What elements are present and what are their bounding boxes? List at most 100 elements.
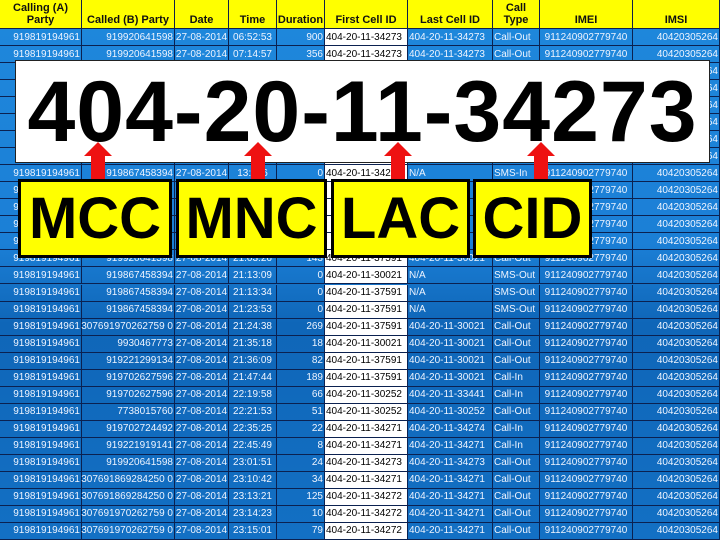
cell-call-type[interactable]: Call-In	[493, 420, 540, 437]
cell-date[interactable]: 27-08-2014	[175, 505, 229, 522]
cell-duration[interactable]: 79	[277, 522, 325, 539]
cell-called-party[interactable]: 7738015760	[82, 403, 175, 420]
cell-date[interactable]: 27-08-2014	[175, 318, 229, 335]
column-header-called-party[interactable]: Called (B) Party	[82, 0, 175, 29]
cell-duration[interactable]: 8	[277, 437, 325, 454]
cell-duration[interactable]: 51	[277, 403, 325, 420]
cell-calling-party[interactable]: 919819194961	[0, 29, 82, 46]
cell-last-cell-id[interactable]: 404-20-11-30021	[408, 318, 493, 335]
cell-imsi[interactable]: 40420305264	[633, 352, 720, 369]
cell-calling-party[interactable]: 919819194961	[0, 284, 82, 301]
cell-time[interactable]: 21:23:53	[229, 301, 277, 318]
cell-imsi[interactable]: 40420305264	[633, 403, 720, 420]
cell-time[interactable]: 23:10:42	[229, 471, 277, 488]
cell-date[interactable]: 27-08-2014	[175, 369, 229, 386]
cell-time[interactable]: 23:01:51	[229, 454, 277, 471]
cell-first-cell-id[interactable]: 404-20-11-37591	[325, 301, 408, 318]
cell-call-type[interactable]: Call-In	[493, 386, 540, 403]
cell-time[interactable]: 22:19:58	[229, 386, 277, 403]
cell-duration[interactable]: 82	[277, 352, 325, 369]
cell-called-party[interactable]: 307691970262759 0	[81, 505, 175, 522]
cell-imsi[interactable]: 40420305264	[633, 284, 720, 301]
cell-call-type[interactable]: Call-Out	[493, 454, 540, 471]
table-row[interactable]: 919819194961 919702627596 27-08-2014 22:19:…	[0, 386, 720, 404]
cell-calling-party[interactable]: 919819194961	[0, 386, 82, 403]
cell-time[interactable]: 22:21:53	[229, 403, 277, 420]
cell-last-cell-id[interactable]: 404-20-11-30021	[408, 335, 493, 352]
table-row[interactable]: 919819194961 307691970262759 0 27-08-2014 2…	[0, 505, 720, 523]
table-row[interactable]: 919819194961 919920641598 27-08-2014 23:01:…	[0, 454, 720, 472]
cell-call-type[interactable]: Call-In	[493, 437, 540, 454]
cell-calling-party[interactable]: 919819194961	[0, 301, 82, 318]
table-row[interactable]: 919819194961 919221299134 27-08-2014 21:36:…	[0, 352, 720, 370]
cell-first-cell-id[interactable]: 404-20-11-37591	[325, 318, 408, 335]
cell-imei[interactable]: 911240902779740	[540, 369, 633, 386]
cell-called-party[interactable]: 919221299134	[82, 352, 175, 369]
cell-called-party[interactable]: 919702627596	[82, 369, 175, 386]
cell-calling-party[interactable]: 919819194961	[0, 335, 82, 352]
cell-imsi[interactable]: 40420305264	[633, 301, 720, 318]
cell-date[interactable]: 27-08-2014	[175, 29, 229, 46]
cell-duration[interactable]: 125	[277, 488, 325, 505]
cell-call-type[interactable]: Call-In	[493, 369, 540, 386]
cell-last-cell-id[interactable]: N/A	[408, 301, 493, 318]
cell-imsi[interactable]: 40420305264	[633, 335, 720, 352]
cell-time[interactable]: 23:14:23	[229, 505, 277, 522]
cell-calling-party[interactable]: 919819194961	[0, 471, 82, 488]
cell-imei[interactable]: 911240902779740	[540, 454, 633, 471]
cell-call-type[interactable]: Call-Out	[493, 403, 540, 420]
cell-last-cell-id[interactable]: N/A	[408, 284, 493, 301]
column-header-time[interactable]: Time	[229, 0, 277, 29]
cell-imsi[interactable]: 40420305264	[633, 505, 720, 522]
cell-imei[interactable]: 911240902779740	[540, 437, 633, 454]
cell-date[interactable]: 27-08-2014	[175, 284, 229, 301]
cell-duration[interactable]: 10	[277, 505, 325, 522]
column-header-date[interactable]: Date	[175, 0, 229, 29]
cell-called-party[interactable]: 919221919141	[82, 437, 175, 454]
cell-call-type[interactable]: Call-Out	[493, 522, 540, 539]
cell-called-party[interactable]: 919920641598	[82, 29, 175, 46]
cell-imei[interactable]: 911240902779740	[540, 335, 633, 352]
table-row[interactable]: 919819194961 919702627596 27-08-2014 21:47:…	[0, 369, 720, 387]
cell-imsi[interactable]: 40420305264	[633, 522, 720, 539]
cell-calling-party[interactable]: 919819194961	[0, 267, 82, 284]
cell-last-cell-id[interactable]: 404-20-11-34271	[408, 488, 493, 505]
cell-first-cell-id[interactable]: 404-20-11-37591	[325, 369, 408, 386]
cell-called-party[interactable]: 307691970262759 0	[81, 522, 175, 539]
cell-calling-party[interactable]: 919819194961	[0, 403, 82, 420]
column-header-duration[interactable]: Duration	[277, 0, 325, 29]
table-row[interactable]: 919819194961 919221919141 27-08-2014 22:45:…	[0, 437, 720, 455]
cell-date[interactable]: 27-08-2014	[175, 335, 229, 352]
cell-call-type[interactable]: Call-Out	[493, 505, 540, 522]
cell-first-cell-id[interactable]: 404-20-11-37591	[325, 352, 408, 369]
cell-duration[interactable]: 189	[277, 369, 325, 386]
cell-imsi[interactable]: 40420305264	[633, 318, 720, 335]
cell-imei[interactable]: 911240902779740	[540, 267, 633, 284]
table-row[interactable]: 919819194961 9930467773 27-08-2014 21:35:18…	[0, 335, 720, 353]
cell-imei[interactable]: 911240902779740	[540, 352, 633, 369]
cell-last-cell-id[interactable]: 404-20-11-34271	[408, 505, 493, 522]
cell-time[interactable]: 23:13:21	[229, 488, 277, 505]
cell-date[interactable]: 27-08-2014	[175, 420, 229, 437]
cell-duration[interactable]: 0	[277, 284, 325, 301]
cell-calling-party[interactable]: 919819194961	[0, 488, 82, 505]
column-header-last-cell-id[interactable]: Last Cell ID	[408, 0, 493, 29]
table-row[interactable]: 919819194961 307691869284250 0 27-08-2014 2…	[0, 488, 720, 506]
cell-call-type[interactable]: Call-Out	[493, 335, 540, 352]
cell-time[interactable]: 21:35:18	[229, 335, 277, 352]
cell-imei[interactable]: 911240902779740	[540, 386, 633, 403]
column-header-calling-party[interactable]: Calling (A) Party	[0, 0, 82, 29]
cell-duration[interactable]: 269	[277, 318, 325, 335]
cell-date[interactable]: 27-08-2014	[175, 437, 229, 454]
table-row[interactable]: 919819194961 919867458394 27-08-2014 21:13:…	[0, 267, 720, 285]
cell-imei[interactable]: 911240902779740	[540, 284, 633, 301]
cell-first-cell-id[interactable]: 404-20-11-37591	[325, 284, 408, 301]
table-row[interactable]: 919819194961 307691869284250 0 27-08-2014 2…	[0, 471, 720, 489]
cell-time[interactable]: 06:52:53	[229, 29, 277, 46]
cell-first-cell-id[interactable]: 404-20-11-34272	[325, 505, 408, 522]
cell-first-cell-id[interactable]: 404-20-11-34272	[325, 488, 408, 505]
column-header-call-type[interactable]: Call Type	[493, 0, 540, 29]
cell-call-type[interactable]: Call-Out	[493, 488, 540, 505]
cell-call-type[interactable]: Call-Out	[493, 352, 540, 369]
cell-imsi[interactable]: 40420305264	[633, 267, 720, 284]
